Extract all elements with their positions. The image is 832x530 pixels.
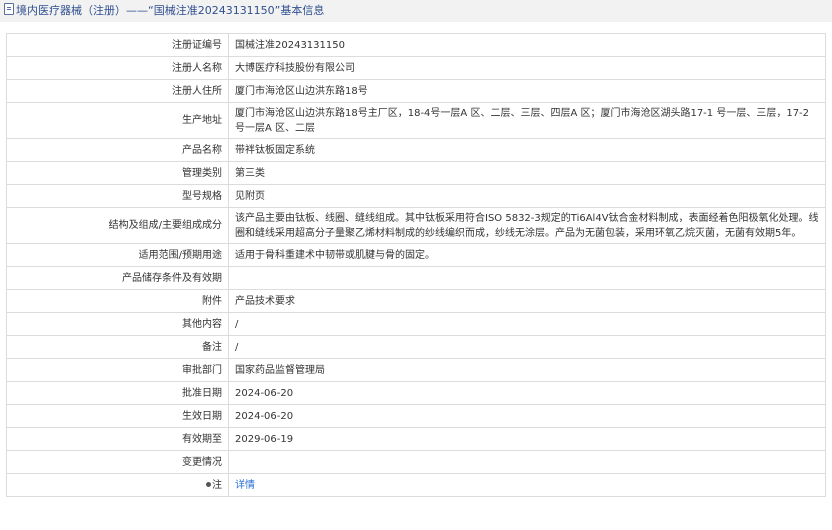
row-value: 国家药品监督管理局 — [228, 358, 826, 382]
table-row: 产品储存条件及有效期 — [6, 266, 826, 290]
registration-info-panel: 注册证编号 国械注准20243131150 注册人名称 大博医疗科技股份有限公司… — [6, 33, 826, 497]
row-label: 批准日期 — [6, 381, 229, 405]
row-value: 2024-06-20 — [228, 404, 826, 428]
row-label: 产品名称 — [6, 138, 229, 162]
row-value: / — [228, 335, 826, 359]
table-row: 管理类别 第三类 — [6, 161, 826, 185]
row-label: 备注 — [6, 335, 229, 359]
table-row: 附件 产品技术要求 — [6, 289, 826, 313]
row-value: / — [228, 312, 826, 336]
row-label: 变更情况 — [6, 450, 229, 474]
row-value: 产品技术要求 — [228, 289, 826, 313]
row-label: 适用范围/预期用途 — [6, 243, 229, 267]
table-row: 注册人住所 厦门市海沧区山边洪东路18号 — [6, 79, 826, 103]
page-title: 境内医疗器械（注册）——“国械注准20243131150”基本信息 — [16, 4, 325, 17]
row-value: 该产品主要由钛板、线圈、缝线组成。其中钛板采用符合ISO 5832-3规定的Ti… — [228, 207, 826, 244]
note-label: 注 — [6, 473, 229, 497]
table-row: 有效期至 2029-06-19 — [6, 427, 826, 451]
table-row: 结构及组成/主要组成成分 该产品主要由钛板、线圈、缝线组成。其中钛板采用符合IS… — [6, 207, 826, 244]
row-label: 注册人名称 — [6, 56, 229, 80]
table-row: 生产地址 厦门市海沧区山边洪东路18号主厂区，18-4号一层A 区、二层、三层、… — [6, 102, 826, 139]
registration-info-table: 注册证编号 国械注准20243131150 注册人名称 大博医疗科技股份有限公司… — [6, 33, 826, 497]
table-row: 注册证编号 国械注准20243131150 — [6, 33, 826, 57]
table-row: 注册人名称 大博医疗科技股份有限公司 — [6, 56, 826, 80]
row-label: 生产地址 — [6, 102, 229, 139]
details-link[interactable]: 详情 — [235, 480, 255, 491]
row-label: 其他内容 — [6, 312, 229, 336]
row-label: 审批部门 — [6, 358, 229, 382]
row-value: 厦门市海沧区山边洪东路18号主厂区，18-4号一层A 区、二层、三层、四层A 区… — [228, 102, 826, 139]
table-row: 批准日期 2024-06-20 — [6, 381, 826, 405]
row-label: 结构及组成/主要组成成分 — [6, 207, 229, 244]
document-icon — [4, 3, 14, 15]
row-value: 适用于骨科重建术中韧带或肌腱与骨的固定。 — [228, 243, 826, 267]
row-value: 2024-06-20 — [228, 381, 826, 405]
table-row: 备注 / — [6, 335, 826, 359]
row-label: 注册证编号 — [6, 33, 229, 57]
row-value: 2029-06-19 — [228, 427, 826, 451]
page-title-bar: 境内医疗器械（注册）——“国械注准20243131150”基本信息 — [0, 0, 832, 22]
table-row: 审批部门 国家药品监督管理局 — [6, 358, 826, 382]
row-value: 第三类 — [228, 161, 826, 185]
row-label: 产品储存条件及有效期 — [6, 266, 229, 290]
row-label: 注 — [212, 479, 222, 491]
row-value — [228, 266, 826, 290]
row-label: 生效日期 — [6, 404, 229, 428]
table-row: 注 详情 — [6, 473, 826, 497]
row-label: 附件 — [6, 289, 229, 313]
row-label: 型号规格 — [6, 184, 229, 208]
row-value: 大博医疗科技股份有限公司 — [228, 56, 826, 80]
row-label: 有效期至 — [6, 427, 229, 451]
pin-icon — [206, 481, 211, 487]
table-row: 型号规格 见附页 — [6, 184, 826, 208]
row-value: 国械注准20243131150 — [228, 33, 826, 57]
row-label: 管理类别 — [6, 161, 229, 185]
row-value: 带袢钛板固定系统 — [228, 138, 826, 162]
table-row: 产品名称 带袢钛板固定系统 — [6, 138, 826, 162]
table-row: 生效日期 2024-06-20 — [6, 404, 826, 428]
row-label: 注册人住所 — [6, 79, 229, 103]
row-value: 厦门市海沧区山边洪东路18号 — [228, 79, 826, 103]
table-row: 变更情况 — [6, 450, 826, 474]
row-value: 见附页 — [228, 184, 826, 208]
table-row: 适用范围/预期用途 适用于骨科重建术中韧带或肌腱与骨的固定。 — [6, 243, 826, 267]
table-row: 其他内容 / — [6, 312, 826, 336]
row-value — [228, 450, 826, 474]
row-value: 详情 — [228, 473, 826, 497]
